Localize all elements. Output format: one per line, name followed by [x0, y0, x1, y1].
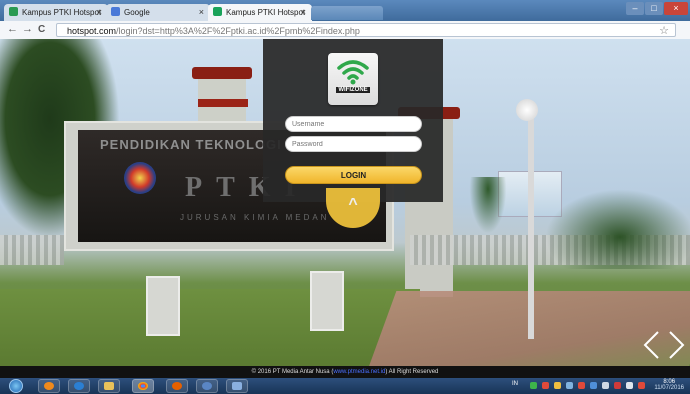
footer-link[interactable]: www.ptmedia.net.id: [333, 369, 385, 375]
arrow-left-icon[interactable]: [642, 330, 660, 360]
sign-subtitle: JURUSAN KIMIA MEDAN: [180, 213, 330, 222]
tray-icon[interactable]: [590, 382, 597, 389]
palm-tree: [468, 177, 508, 237]
tab-hotspot-active[interactable]: Kampus PTKI Hotspot ×: [208, 4, 312, 21]
tower-roof: [198, 99, 248, 107]
app-icon: [202, 382, 212, 390]
taskbar-app[interactable]: [226, 379, 248, 393]
minimize-button[interactable]: –: [626, 2, 644, 15]
lamp-pole: [528, 109, 534, 339]
sign-pillar: [146, 276, 180, 336]
taskbar-app[interactable]: [196, 379, 218, 393]
tab-google[interactable]: Google ×: [106, 4, 210, 21]
folder-icon: [104, 382, 114, 390]
tray-icon[interactable]: [530, 382, 537, 389]
volume-icon[interactable]: [626, 382, 633, 389]
username-input[interactable]: [285, 116, 422, 132]
close-icon[interactable]: ×: [199, 7, 204, 17]
tower-roof: [192, 67, 252, 79]
media-player-icon: [44, 382, 54, 390]
tray-icon[interactable]: [638, 382, 645, 389]
tray-icon[interactable]: [566, 382, 573, 389]
clock[interactable]: 8:06 11/07/2016: [654, 379, 684, 391]
taskbar-ie[interactable]: [68, 379, 90, 393]
address-bar[interactable]: hotspot.com/login?dst=http%3A%2F%2Fptki.…: [56, 23, 676, 37]
maximize-button[interactable]: □: [645, 2, 663, 15]
tab-label: Google: [124, 8, 150, 17]
taskbar-media-player[interactable]: [38, 379, 60, 393]
taskbar-explorer[interactable]: [98, 379, 120, 393]
tray-icon[interactable]: [614, 382, 621, 389]
browser-tab-strip: Kampus PTKI Hotspot × Google × Kampus PT…: [0, 0, 690, 21]
taskbar-chrome[interactable]: [132, 379, 154, 393]
copyright-suffix: ) All Right Reserved: [385, 369, 439, 375]
footer: © 2016 PT Media Antar Nusa (www.ptmedia.…: [0, 366, 690, 378]
campus-logo-icon: [124, 162, 156, 194]
back-button[interactable]: ←: [7, 23, 18, 35]
clock-date: 11/07/2016: [654, 385, 684, 391]
wifi-signal-icon: [337, 60, 369, 85]
password-input[interactable]: [285, 136, 422, 152]
new-tab-button[interactable]: [311, 6, 383, 20]
app-icon: [232, 382, 242, 390]
hotspot-tab-icon: [213, 7, 222, 16]
close-window-button[interactable]: ×: [664, 2, 688, 15]
url-path: /login?dst=http%3A%2F%2Fptki.ac.id%2Fpmb…: [116, 26, 360, 36]
chrome-icon: [138, 382, 148, 390]
trees: [545, 189, 690, 269]
language-indicator[interactable]: IN: [512, 381, 518, 387]
tray-icon[interactable]: [578, 382, 585, 389]
logo-text: WIFIZONE: [336, 87, 370, 93]
wifizone-logo: WIFIZONE: [328, 53, 378, 105]
tab-label: Kampus PTKI Hotspot: [22, 8, 102, 17]
close-icon[interactable]: ×: [97, 7, 102, 17]
arrow-right-icon[interactable]: [668, 330, 686, 360]
tab-label: Kampus PTKI Hotspot: [226, 8, 306, 17]
url-host: hotspot.com: [67, 26, 117, 36]
network-icon[interactable]: [602, 382, 609, 389]
lamp-icon: [516, 99, 538, 121]
bookmark-star-icon[interactable]: ☆: [659, 24, 669, 38]
start-button[interactable]: [9, 379, 23, 393]
forward-button[interactable]: →: [22, 23, 33, 35]
sign-pillar: [310, 271, 344, 331]
lawn: [0, 289, 420, 378]
hotspot-tab-icon: [9, 7, 18, 16]
tab-hotspot-1[interactable]: Kampus PTKI Hotspot ×: [4, 4, 108, 21]
fence: [0, 235, 64, 265]
system-tray: IN: [512, 381, 662, 391]
windows-taskbar: IN 8:06 11/07/2016: [0, 378, 690, 394]
taskbar-firefox[interactable]: [166, 379, 188, 393]
firefox-icon: [172, 382, 182, 390]
login-button[interactable]: LOGIN: [285, 166, 422, 184]
close-icon[interactable]: ×: [301, 7, 306, 17]
google-icon: [111, 7, 120, 16]
copyright-prefix: © 2016 PT Media Antar Nusa (: [251, 369, 334, 375]
tray-icon[interactable]: [542, 382, 549, 389]
tray-icon[interactable]: [554, 382, 561, 389]
ie-icon: [74, 382, 84, 390]
reload-button[interactable]: C: [38, 24, 45, 35]
toolbar: ← → C hotspot.com/login?dst=http%3A%2F%2…: [0, 21, 690, 40]
